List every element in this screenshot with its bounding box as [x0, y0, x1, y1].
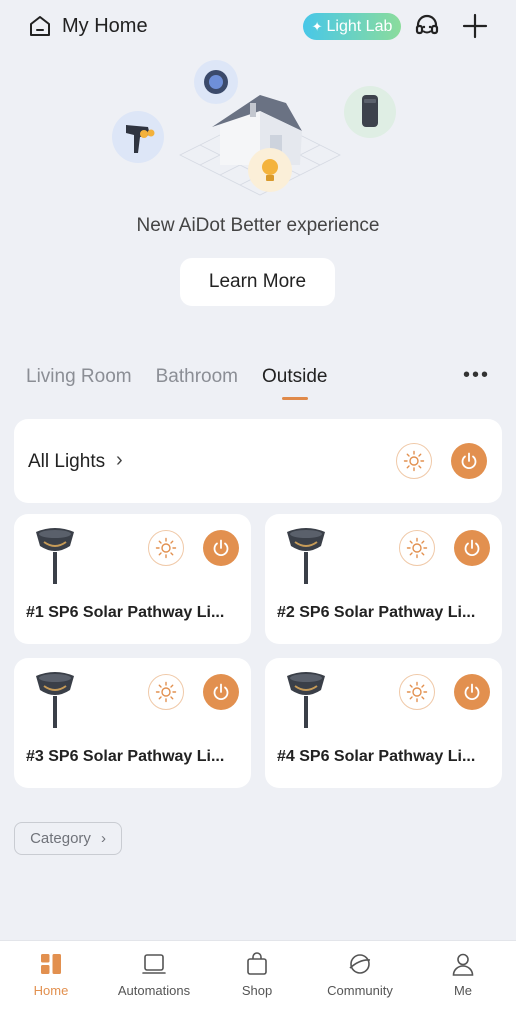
tab-bathroom[interactable]: Bathroom [156, 366, 238, 388]
device-name: #2 SP6 Solar Pathway Li... [277, 604, 476, 621]
nav-home[interactable]: Home [1, 951, 101, 998]
power-button[interactable] [451, 443, 487, 479]
pathway-light-image [36, 528, 74, 584]
power-button[interactable] [203, 674, 239, 710]
more-tabs-icon[interactable]: ••• [463, 364, 490, 387]
nav-me[interactable]: Me [413, 951, 513, 998]
sun-icon [155, 537, 177, 559]
home-outline-icon[interactable] [28, 14, 52, 38]
sun-icon [406, 681, 428, 703]
home-grid-icon [41, 954, 61, 974]
tab-living-room[interactable]: Living Room [26, 366, 132, 388]
power-icon [213, 539, 229, 557]
device-card[interactable]: #1 SP6 Solar Pathway Li... [14, 514, 251, 644]
headset-icon[interactable] [414, 13, 440, 39]
light-lab-button[interactable]: ✦ Light Lab [303, 13, 401, 40]
chevron-right-icon: › [100, 830, 106, 847]
device-name: #1 SP6 Solar Pathway Li... [26, 604, 225, 621]
sun-icon [155, 681, 177, 703]
power-icon [461, 452, 477, 470]
device-card[interactable]: #2 SP6 Solar Pathway Li... [265, 514, 502, 644]
brightness-button[interactable] [396, 443, 432, 479]
banner-text: New AiDot Better experience [136, 215, 380, 236]
power-button[interactable] [454, 674, 490, 710]
device-card[interactable]: #3 SP6 Solar Pathway Li... [14, 658, 251, 788]
category-button[interactable]: Category › [14, 822, 122, 855]
nav-community[interactable]: Community [310, 951, 410, 998]
chevron-right-icon: › [116, 449, 123, 471]
brightness-button[interactable] [148, 530, 184, 566]
light-lab-label: Light Lab [326, 17, 393, 35]
sun-icon [406, 537, 428, 559]
home-title[interactable]: My Home [62, 15, 148, 38]
brightness-button[interactable] [399, 674, 435, 710]
planet-icon [349, 954, 371, 974]
bottom-nav: Home Automations Shop Community Me [0, 940, 516, 1024]
nav-shop[interactable]: Shop [207, 951, 307, 998]
power-button[interactable] [454, 530, 490, 566]
nav-automations-label: Automations [117, 983, 191, 998]
automations-icon [142, 954, 166, 974]
category-label: Category [30, 830, 91, 847]
nav-shop-label: Shop [241, 983, 273, 998]
nav-me-label: Me [453, 983, 473, 998]
brightness-button[interactable] [399, 530, 435, 566]
learn-more-button[interactable]: Learn More [180, 258, 335, 306]
room-tabs: Living Room Bathroom Outside [26, 366, 351, 388]
smart-home-illustration [112, 60, 396, 196]
nav-home-label: Home [33, 983, 69, 998]
nav-automations[interactable]: Automations [104, 951, 204, 998]
all-lights-card[interactable]: All Lights › [14, 419, 502, 503]
power-icon [464, 539, 480, 557]
device-card[interactable]: #4 SP6 Solar Pathway Li... [265, 658, 502, 788]
person-icon [452, 953, 474, 976]
pathway-light-image [36, 672, 74, 728]
nav-community-label: Community [327, 983, 393, 998]
top-bar: My Home ✦ Light Lab [0, 0, 516, 56]
power-icon [464, 683, 480, 701]
brightness-button[interactable] [148, 674, 184, 710]
pathway-light-image [287, 528, 325, 584]
device-name: #4 SP6 Solar Pathway Li... [277, 748, 476, 765]
power-button[interactable] [203, 530, 239, 566]
tab-outside[interactable]: Outside [262, 366, 327, 388]
sun-icon [403, 450, 425, 472]
plus-icon[interactable] [462, 13, 488, 39]
sparkle-icon: ✦ [311, 18, 323, 34]
all-lights-label: All Lights [28, 451, 106, 472]
device-name: #3 SP6 Solar Pathway Li... [26, 748, 225, 765]
shopping-bag-icon [247, 952, 267, 975]
pathway-light-image [287, 672, 325, 728]
power-icon [213, 683, 229, 701]
